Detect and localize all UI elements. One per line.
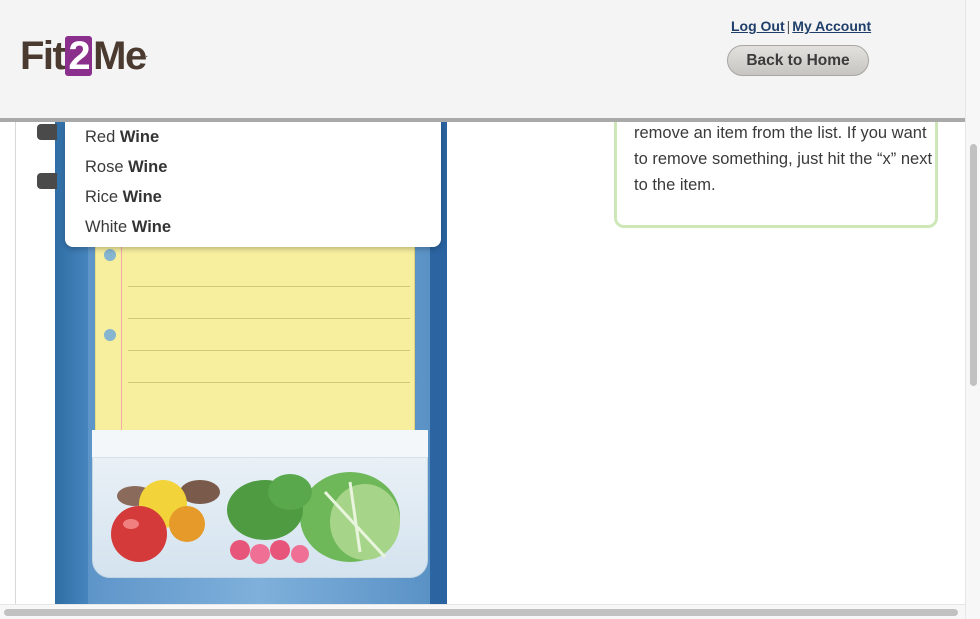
notepad-rule <box>128 382 410 383</box>
fridge-handle-icon <box>37 173 57 189</box>
logo-text-2: 2 <box>65 36 93 76</box>
crisper-drawer-lip <box>92 430 428 458</box>
logo-mark: . <box>145 52 148 59</box>
horizontal-scrollbar-thumb[interactable] <box>4 609 958 616</box>
apple <box>111 506 167 562</box>
greens <box>268 474 312 510</box>
horizontal-scrollbar[interactable] <box>0 604 965 619</box>
notepad-rule <box>128 318 410 319</box>
vegetables-illustration <box>111 472 400 564</box>
logout-link[interactable]: Log Out <box>731 18 785 34</box>
orange <box>169 506 205 542</box>
notepad-rule <box>128 286 410 287</box>
raspberry <box>250 544 270 564</box>
autocomplete-option[interactable]: Rice Wine <box>85 188 162 207</box>
notepad-hole <box>104 249 116 261</box>
vertical-scrollbar-thumb[interactable] <box>970 144 977 386</box>
back-to-home-button[interactable]: Back to Home <box>727 45 869 76</box>
autocomplete-option[interactable]: White Wine <box>85 218 171 237</box>
raspberry <box>291 545 309 563</box>
notepad-margin-line <box>121 236 122 436</box>
raspberry <box>230 540 250 560</box>
notepad-rule <box>128 350 410 351</box>
autocomplete-dropdown: Red Wine Rose Wine Rice Wine White Wine <box>65 122 441 247</box>
account-links: Log Out | My Account <box>731 18 871 34</box>
my-account-link[interactable]: My Account <box>792 18 871 34</box>
fridge-handle-icon <box>37 124 57 140</box>
notepad-hole <box>104 329 116 341</box>
logo-text-fit: Fit <box>20 34 66 78</box>
instructions-tip-box: remove an item from the list. If you wan… <box>614 110 938 228</box>
content-border <box>15 122 16 607</box>
shopping-list-notepad <box>95 236 415 436</box>
autocomplete-option[interactable]: Red Wine <box>85 128 159 147</box>
raspberry <box>270 540 290 560</box>
fit2me-logo[interactable]: Fit 2 Me. <box>20 34 148 78</box>
autocomplete-option[interactable]: Rose Wine <box>85 158 167 177</box>
apple-highlight <box>123 519 139 529</box>
site-header: Fit 2 Me. Log Out | My Account Back to Home <box>0 0 965 122</box>
lettuce-leaf <box>330 484 400 560</box>
logo-text-me: Me <box>93 34 147 78</box>
tip-text: remove an item from the list. If you wan… <box>634 124 933 194</box>
vertical-scrollbar[interactable] <box>965 0 980 619</box>
